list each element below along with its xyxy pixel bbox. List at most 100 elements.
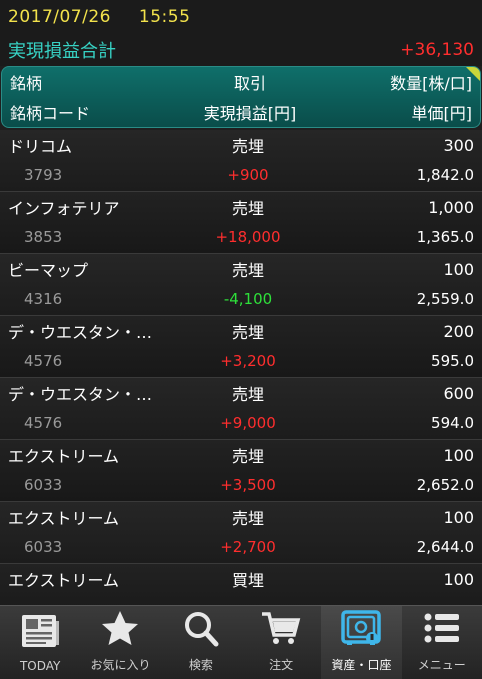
unit-price: 2,644.0 (416, 538, 474, 556)
datetime: 2017/07/26 15:55 (8, 7, 190, 27)
unit-price: 2,559.0 (416, 290, 474, 308)
col-price: 単価[円] (411, 104, 473, 123)
list-item-row-bottom: 3853 +18,000 1,365.0 (0, 222, 482, 252)
realized-pl: +900 (227, 166, 269, 184)
column-header[interactable]: 銘柄 取引 数量[株/口] 銘柄コード 実現損益[円] 単価[円] (1, 66, 481, 128)
quantity: 600 (443, 383, 474, 403)
trade-type: 売埋 (231, 199, 264, 218)
safe-icon (339, 608, 383, 656)
col-quantity: 数量[株/口] (390, 74, 472, 93)
stock-code: 4576 (24, 414, 63, 432)
list-item[interactable]: デ・ウエスタン・… 売埋 200 4576 +3,200 595.0 (0, 316, 482, 378)
list-item-row-top: ビーマップ 売埋 100 (0, 254, 482, 284)
star-icon (98, 608, 142, 656)
nav-tab-menu[interactable]: メニュー (402, 606, 482, 679)
col-pl: 実現損益[円] (203, 104, 297, 123)
quantity: 200 (443, 321, 474, 341)
stock-code: 4576 (24, 352, 63, 370)
stock-name: エクストリーム (8, 509, 120, 528)
nav-tab-label: TODAY (19, 659, 61, 673)
stock-code: 3853 (24, 228, 63, 246)
list-item[interactable]: インフォテリア 売埋 1,000 3853 +18,000 1,365.0 (0, 192, 482, 254)
quantity: 100 (443, 259, 474, 279)
stock-name: デ・ウエスタン・… (8, 385, 153, 404)
nav-tab-label: メニュー (417, 658, 466, 672)
list-item-row-bottom: 4576 +3,200 595.0 (0, 346, 482, 376)
summary-value: +36,130 (400, 40, 474, 60)
list-item-row-bottom: 6033 +3,500 2,652.0 (0, 470, 482, 500)
list-item[interactable]: エクストリーム 買埋 100 (0, 564, 482, 606)
realized-pl: +3,500 (220, 476, 276, 494)
nav-tab-label: 資産・口座 (331, 658, 392, 672)
nav-tab-search[interactable]: 検索 (161, 606, 241, 679)
search-icon (179, 608, 223, 656)
unit-price: 1,365.0 (416, 228, 474, 246)
unit-price: 2,652.0 (416, 476, 474, 494)
newspaper-icon (18, 611, 62, 659)
app-screen: 2017/07/26 15:55 実現損益合計 +36,130 銘柄 取引 数量… (0, 0, 482, 679)
stock-name: エクストリーム (8, 571, 120, 590)
bottom-nav: TODAY お気に入り 検索 注文 資産・口座 メニュー (0, 605, 482, 679)
stock-name: ドリコム (8, 137, 73, 156)
quantity: 100 (443, 445, 474, 465)
stock-name: エクストリーム (8, 447, 120, 466)
quantity: 1,000 (428, 197, 474, 217)
stock-code: 6033 (24, 538, 63, 556)
nav-tab-cart[interactable]: 注文 (241, 606, 321, 679)
list-item-row-bottom: 3793 +900 1,842.0 (0, 160, 482, 190)
list-item-row-top: エクストリーム 売埋 100 (0, 440, 482, 470)
list-item[interactable]: エクストリーム 売埋 100 6033 +3,500 2,652.0 (0, 440, 482, 502)
stock-name: ビーマップ (8, 261, 89, 280)
stock-code: 4316 (24, 290, 63, 308)
trade-type: 売埋 (231, 509, 264, 528)
list-item-row-top: インフォテリア 売埋 1,000 (0, 192, 482, 222)
nav-tab-label: 注文 (269, 658, 294, 672)
list-item-row-bottom: 4316 -4,100 2,559.0 (0, 284, 482, 314)
stock-code: 3793 (24, 166, 63, 184)
list-item-row-top: ドリコム 売埋 300 (0, 130, 482, 160)
trade-type: 買埋 (231, 571, 264, 590)
menu-icon (420, 608, 464, 656)
col-code: 銘柄コード (10, 104, 91, 123)
realized-pl: -4,100 (223, 290, 273, 308)
unit-price: 594.0 (431, 414, 474, 432)
col-trade: 取引 (233, 74, 266, 93)
list-item-row-top: エクストリーム 買埋 100 (0, 564, 482, 594)
trade-type: 売埋 (231, 385, 264, 404)
unit-price: 1,842.0 (416, 166, 474, 184)
list-item-row-top: デ・ウエスタン・… 売埋 600 (0, 378, 482, 408)
list-item-row-top: エクストリーム 売埋 100 (0, 502, 482, 532)
stock-code: 6033 (24, 476, 63, 494)
date-text: 2017/07/26 (8, 7, 111, 27)
nav-tab-newspaper[interactable]: TODAY (0, 606, 80, 679)
realized-pl: +18,000 (215, 228, 281, 246)
status-header: 2017/07/26 15:55 (0, 0, 482, 34)
realized-pl: +2,700 (220, 538, 276, 556)
column-header-row-2: 銘柄コード 実現損益[円] 単価[円] (2, 97, 480, 127)
list-item[interactable]: エクストリーム 売埋 100 6033 +2,700 2,644.0 (0, 502, 482, 564)
nav-tab-label: 検索 (188, 658, 213, 672)
cart-icon (259, 608, 303, 656)
col-name: 銘柄 (10, 74, 43, 93)
realized-pl: +3,200 (220, 352, 276, 370)
trade-type: 売埋 (231, 323, 264, 342)
list-item[interactable]: デ・ウエスタン・… 売埋 600 4576 +9,000 594.0 (0, 378, 482, 440)
stock-name: デ・ウエスタン・… (8, 323, 153, 342)
list-item[interactable]: ビーマップ 売埋 100 4316 -4,100 2,559.0 (0, 254, 482, 316)
nav-tab-safe[interactable]: 資産・口座 (321, 606, 402, 679)
list-item-row-bottom: 6033 +2,700 2,644.0 (0, 532, 482, 562)
list-item[interactable]: ドリコム 売埋 300 3793 +900 1,842.0 (0, 130, 482, 192)
trade-type: 売埋 (231, 137, 264, 156)
trade-list[interactable]: ドリコム 売埋 300 3793 +900 1,842.0 インフォテリア 売埋… (0, 130, 482, 606)
stock-name: インフォテリア (8, 199, 120, 218)
unit-price: 595.0 (431, 352, 474, 370)
trade-type: 売埋 (231, 261, 264, 280)
realized-pl: +9,000 (220, 414, 276, 432)
list-item-row-bottom: 4576 +9,000 594.0 (0, 408, 482, 438)
summary-label: 実現損益合計 (8, 41, 116, 62)
quantity: 100 (443, 507, 474, 527)
nav-tab-star[interactable]: お気に入り (80, 606, 160, 679)
nav-tab-label: お気に入り (90, 658, 151, 672)
list-item-row-top: デ・ウエスタン・… 売埋 200 (0, 316, 482, 346)
time-text: 15:55 (138, 7, 191, 27)
